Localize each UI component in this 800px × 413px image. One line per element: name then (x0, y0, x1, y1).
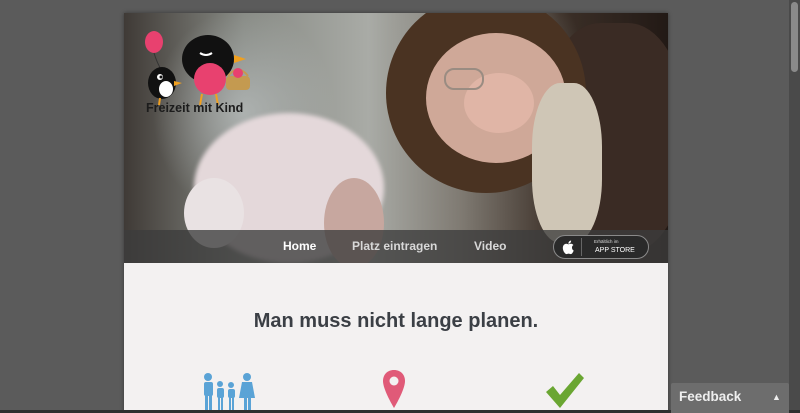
page-container: Freizeit mit Kind Home Platz eintragen V… (124, 13, 668, 413)
checkmark-icon (546, 373, 584, 408)
nav-platz-eintragen[interactable]: Platz eintragen (352, 239, 437, 253)
appstore-small-text: Erhältlich im (594, 239, 619, 244)
chevron-up-icon: ▲ (772, 392, 781, 402)
birds-logo-icon (145, 31, 250, 106)
window-scrollbar[interactable] (789, 0, 800, 413)
brand-name: Freizeit mit Kind (146, 101, 244, 115)
page-headline: Man muss nicht lange planen. (253, 310, 539, 332)
app-store-button[interactable]: Erhältlich im APP STORE (553, 235, 649, 259)
apple-icon (562, 240, 574, 255)
feedback-label: Feedback (679, 389, 742, 404)
nav-home[interactable]: Home (283, 239, 316, 253)
main-navigation: Home Platz eintragen Video Erhältlich im… (124, 230, 668, 263)
location-pin-icon (383, 370, 405, 408)
nav-video[interactable]: Video (474, 239, 506, 253)
family-icon (204, 373, 255, 410)
hero-photo: Freizeit mit Kind Home Platz eintragen V… (124, 13, 668, 263)
scrollbar-thumb[interactable] (791, 2, 798, 72)
feedback-tab[interactable]: Feedback ▲ (671, 383, 789, 413)
appstore-label: APP STORE (595, 247, 635, 254)
